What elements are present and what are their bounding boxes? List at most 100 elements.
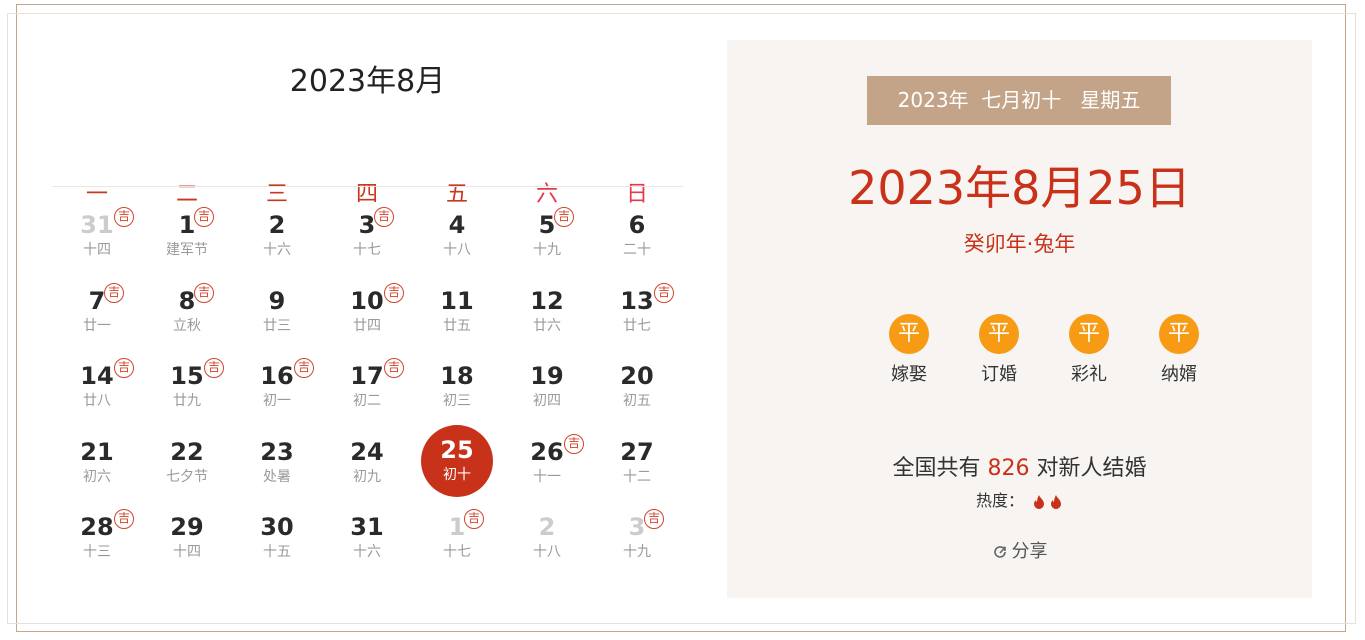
calendar-day[interactable]: 20 初五 bbox=[592, 345, 682, 421]
day-number: 22 bbox=[170, 437, 204, 466]
calendar-day[interactable]: 12 廿六 bbox=[502, 270, 592, 346]
calendar-day[interactable]: 6 二十 bbox=[592, 194, 682, 270]
divider bbox=[52, 186, 683, 187]
day-number: 8 bbox=[178, 286, 196, 315]
day-number: 20 bbox=[620, 362, 654, 391]
lunar-day: 廿九 bbox=[173, 393, 201, 410]
lunar-day: 十五 bbox=[263, 544, 291, 561]
lunar-day: 廿六 bbox=[533, 317, 561, 334]
day-number: 5 bbox=[538, 211, 556, 239]
auspicious-badge: 吉 bbox=[194, 207, 214, 227]
stat-prefix: 全国共有 bbox=[892, 456, 988, 481]
lunar-day: 二十 bbox=[623, 242, 651, 258]
lunar-day: 初九 bbox=[353, 468, 381, 485]
item-label: 嫁娶 bbox=[891, 364, 927, 385]
auspicious-badge: 吉 bbox=[554, 207, 574, 227]
calendar-day[interactable]: 22 七夕节 bbox=[142, 421, 232, 497]
day-number: 12 bbox=[530, 286, 564, 315]
calendar-day[interactable]: 17 初二吉 bbox=[322, 345, 412, 421]
day-number: 25 bbox=[440, 435, 474, 464]
day-number: 3 bbox=[358, 211, 376, 239]
day-number: 4 bbox=[448, 211, 466, 239]
calendar-day[interactable]: 31 十四吉 bbox=[52, 194, 142, 270]
day-number: 1 bbox=[178, 211, 196, 239]
lunar-day: 十八 bbox=[443, 242, 471, 258]
lunar-day: 初一 bbox=[263, 393, 291, 410]
calendar-day[interactable]: 27 十二 bbox=[592, 421, 682, 497]
day-number: 19 bbox=[530, 362, 564, 391]
ganzhi-year: 癸卯年·兔年 bbox=[963, 232, 1076, 256]
calendar-day[interactable]: 26 十一吉 bbox=[502, 421, 592, 497]
lunar-day: 廿四 bbox=[353, 317, 381, 334]
calendar-day[interactable]: 1 建军节 吉 bbox=[142, 194, 232, 270]
lunar-day: 初四 bbox=[533, 393, 561, 410]
calendar-day[interactable]: 8 立秋 吉 bbox=[142, 270, 232, 346]
calendar-day[interactable]: 2 十八 bbox=[502, 496, 592, 572]
calendar-day[interactable]: 3 十七 吉 bbox=[322, 194, 412, 270]
day-number: 30 bbox=[260, 513, 294, 542]
calendar-day[interactable]: 30 十五 bbox=[232, 496, 322, 572]
selected-date: 2023年8月25日 bbox=[848, 161, 1191, 215]
calendar-day[interactable]: 23 处暑 bbox=[232, 421, 322, 497]
day-number: 2 bbox=[538, 513, 556, 542]
calendar-day[interactable]: 7 廿一 吉 bbox=[52, 270, 142, 346]
share-button[interactable]: 分享 bbox=[727, 537, 1312, 563]
heat-label: 热度： bbox=[975, 491, 1024, 510]
item-dinghun: 平 订婚 bbox=[954, 314, 1044, 386]
day-number: 11 bbox=[440, 286, 474, 315]
lunar-day: 初五 bbox=[623, 393, 651, 410]
lunar-day: 廿一 bbox=[83, 317, 111, 334]
calendar-day[interactable]: 28 十三吉 bbox=[52, 496, 142, 572]
day-number: 18 bbox=[440, 362, 474, 391]
calendar-day[interactable]: 21 初六 bbox=[52, 421, 142, 497]
calendar-day[interactable]: 13 廿七吉 bbox=[592, 270, 682, 346]
lunar-day: 十一 bbox=[533, 468, 561, 485]
calendar-day[interactable]: 16 初一吉 bbox=[232, 345, 322, 421]
lunar-day: 十七 bbox=[443, 544, 471, 561]
lunar-day: 廿八 bbox=[83, 393, 111, 410]
stat-suffix: 对新人结婚 bbox=[1029, 456, 1147, 481]
lunar-day: 廿五 bbox=[443, 317, 471, 334]
auspicious-badge: 吉 bbox=[104, 282, 124, 303]
calendar-day-selected[interactable]: 25 初十 bbox=[412, 421, 502, 497]
calendar-day[interactable]: 1 十七吉 bbox=[412, 496, 502, 572]
calendar-day[interactable]: 31 十六 bbox=[322, 496, 412, 572]
lunar-day: 初二 bbox=[353, 393, 381, 410]
day-number: 21 bbox=[80, 437, 114, 466]
lunar-day: 建军节 bbox=[166, 242, 208, 258]
day-number: 9 bbox=[268, 286, 286, 315]
lunar-day: 初六 bbox=[83, 468, 111, 485]
calendar-day[interactable]: 9 廿三 bbox=[232, 270, 322, 346]
auspicious-badge: 吉 bbox=[194, 282, 214, 303]
calendar-day[interactable]: 11 廿五 bbox=[412, 270, 502, 346]
day-number: 23 bbox=[260, 437, 294, 466]
calendar-day[interactable]: 29 十四 bbox=[142, 496, 232, 572]
heat-rating: 热度： bbox=[727, 487, 1312, 511]
calendar-day[interactable]: 5 十九 吉 bbox=[502, 194, 592, 270]
calendar-week: 28 十三吉 29 十四 30 十五 31 十六 1 十七吉 2 十八 3 十九吉 bbox=[52, 496, 682, 572]
auspicious-badge: 吉 bbox=[564, 433, 584, 454]
wedding-count: 全国共有 826 对新人结婚 bbox=[727, 450, 1312, 482]
lunar-day: 处暑 bbox=[263, 468, 291, 485]
calendar-day[interactable]: 2 十六 bbox=[232, 194, 322, 270]
calendar-day[interactable]: 14 廿八吉 bbox=[52, 345, 142, 421]
lunar-day: 十四 bbox=[173, 544, 201, 561]
lunar-day: 十八 bbox=[533, 544, 561, 561]
calendar-day[interactable]: 3 十九吉 bbox=[592, 496, 682, 572]
auspicious-badge: 吉 bbox=[384, 282, 404, 303]
calendar-day[interactable]: 19 初四 bbox=[502, 345, 592, 421]
lunar-day: 十四 bbox=[83, 242, 111, 258]
day-number: 31 bbox=[350, 513, 384, 542]
lunar-day: 七夕节 bbox=[166, 468, 208, 485]
item-caili: 平 彩礼 bbox=[1044, 314, 1134, 386]
calendar-day[interactable]: 10 廿四吉 bbox=[322, 270, 412, 346]
stat-count: 826 bbox=[987, 456, 1030, 481]
calendar-day[interactable]: 18 初三 bbox=[412, 345, 502, 421]
calendar-day[interactable]: 15 廿九吉 bbox=[142, 345, 232, 421]
flame-icon bbox=[1051, 494, 1062, 509]
calendar-day[interactable]: 4 十八 bbox=[412, 194, 502, 270]
lunar-day: 十三 bbox=[83, 544, 111, 561]
item-naxu: 平 纳婿 bbox=[1134, 314, 1224, 386]
lunar-day: 廿七 bbox=[623, 317, 651, 334]
calendar-day[interactable]: 24 初九 bbox=[322, 421, 412, 497]
